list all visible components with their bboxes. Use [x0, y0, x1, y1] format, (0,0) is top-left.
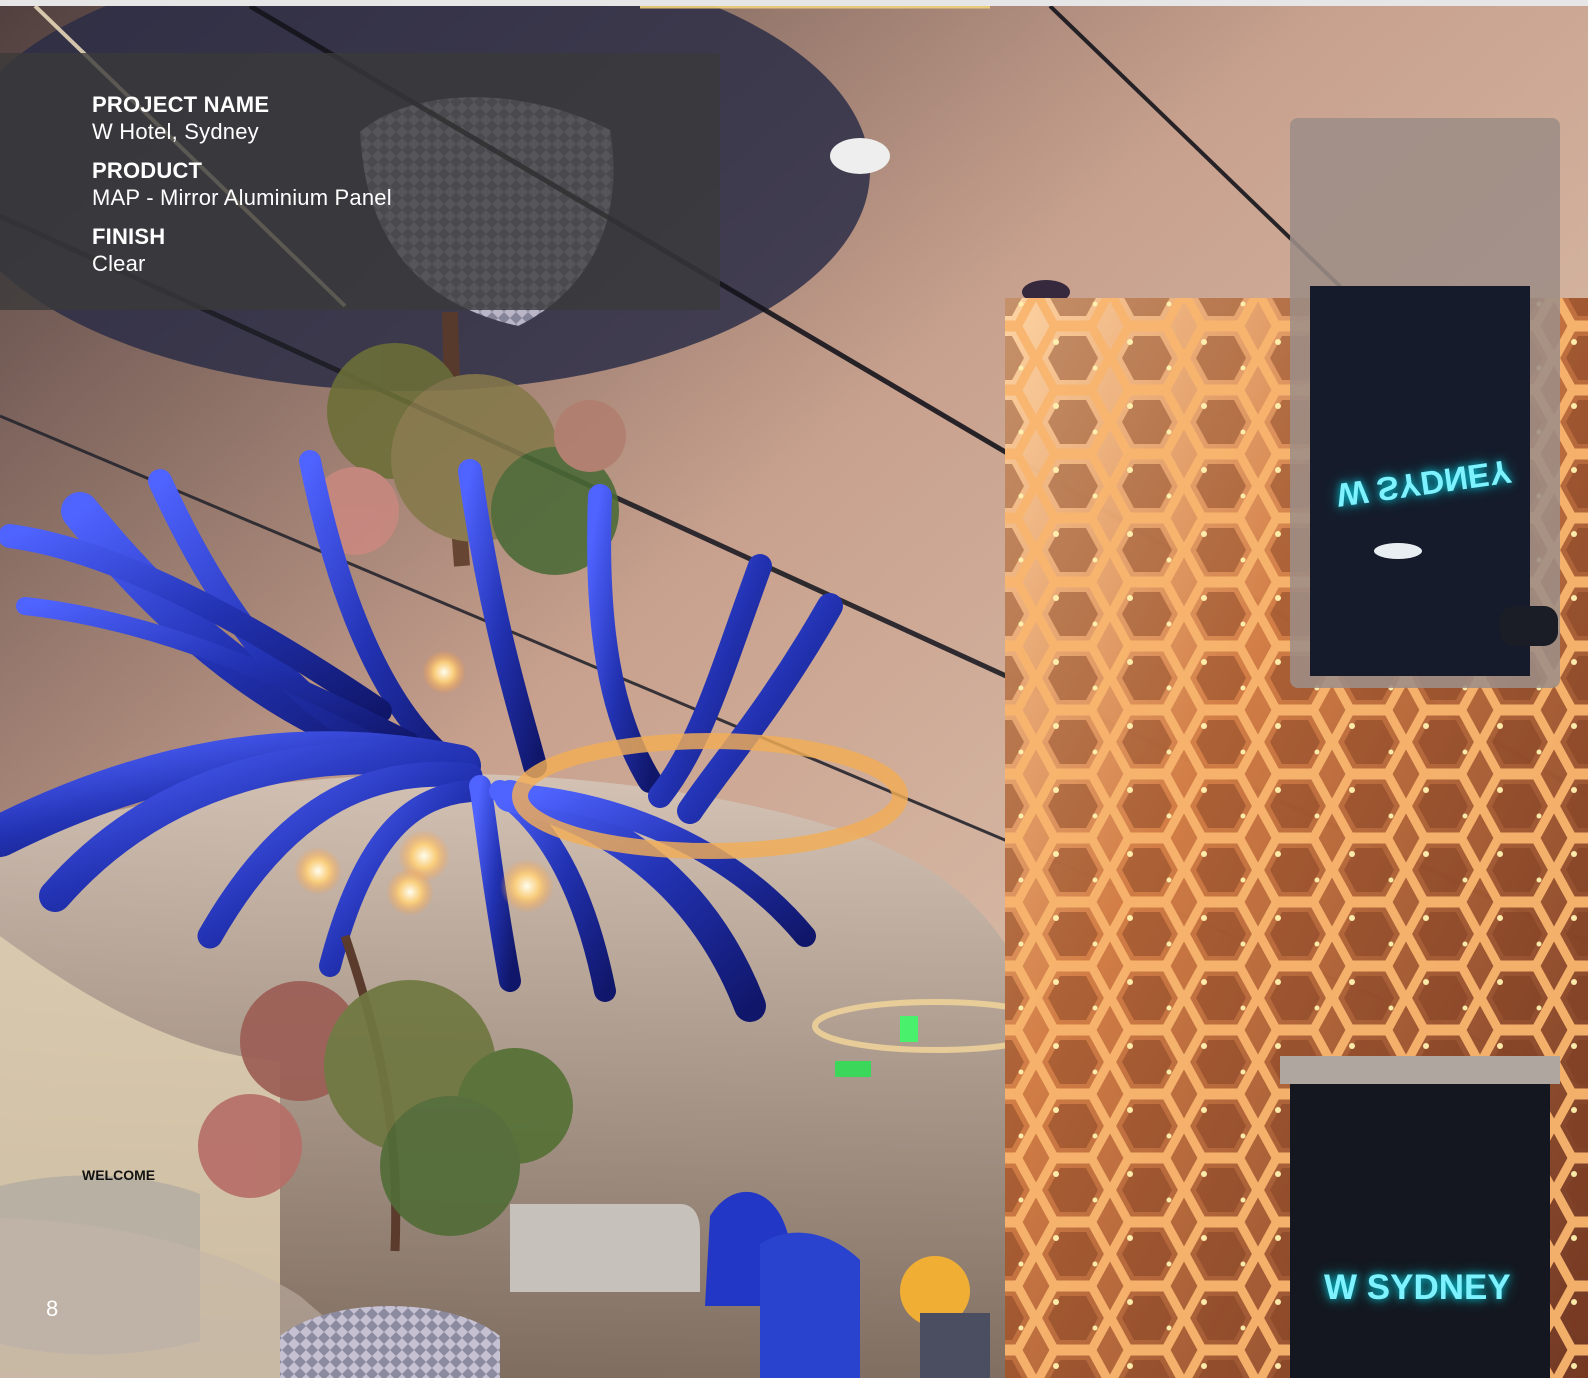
project-name-label: PROJECT NAME	[92, 92, 270, 117]
exit-sign-green	[900, 1016, 918, 1042]
welcome-sign-text: WELCOME	[82, 1167, 155, 1183]
w-sydney-sign: W SYDNEY	[1324, 1268, 1511, 1307]
reflected-camera	[1500, 606, 1558, 646]
project-name-group: PROJECT NAME W Hotel, Sydney	[92, 92, 270, 144]
document-page: WELCOME W SYDNEY W SYDNEY PROJECT NAME W…	[0, 0, 1588, 1378]
exit-sign-lower	[835, 1061, 871, 1077]
reflected-sign-light	[1374, 543, 1422, 559]
finish-label: FINISH	[92, 224, 166, 249]
page-number: 8	[46, 1296, 59, 1321]
ceiling-downlight	[830, 138, 890, 174]
product-group: PRODUCT MAP - Mirror Aluminium Panel	[92, 158, 392, 210]
sign-panel-cap	[1280, 1056, 1560, 1084]
project-name-value: W Hotel, Sydney	[92, 118, 259, 144]
product-label: PRODUCT	[92, 158, 203, 183]
project-info-panel: PROJECT NAME W Hotel, Sydney PRODUCT MAP…	[0, 53, 720, 310]
finish-value: Clear	[92, 250, 146, 276]
finish-group: FINISH Clear	[92, 224, 166, 276]
w-sydney-sign-panel	[1290, 1066, 1550, 1378]
product-value: MAP - Mirror Aluminium Panel	[92, 184, 392, 210]
page-top-margin	[0, 0, 1588, 6]
